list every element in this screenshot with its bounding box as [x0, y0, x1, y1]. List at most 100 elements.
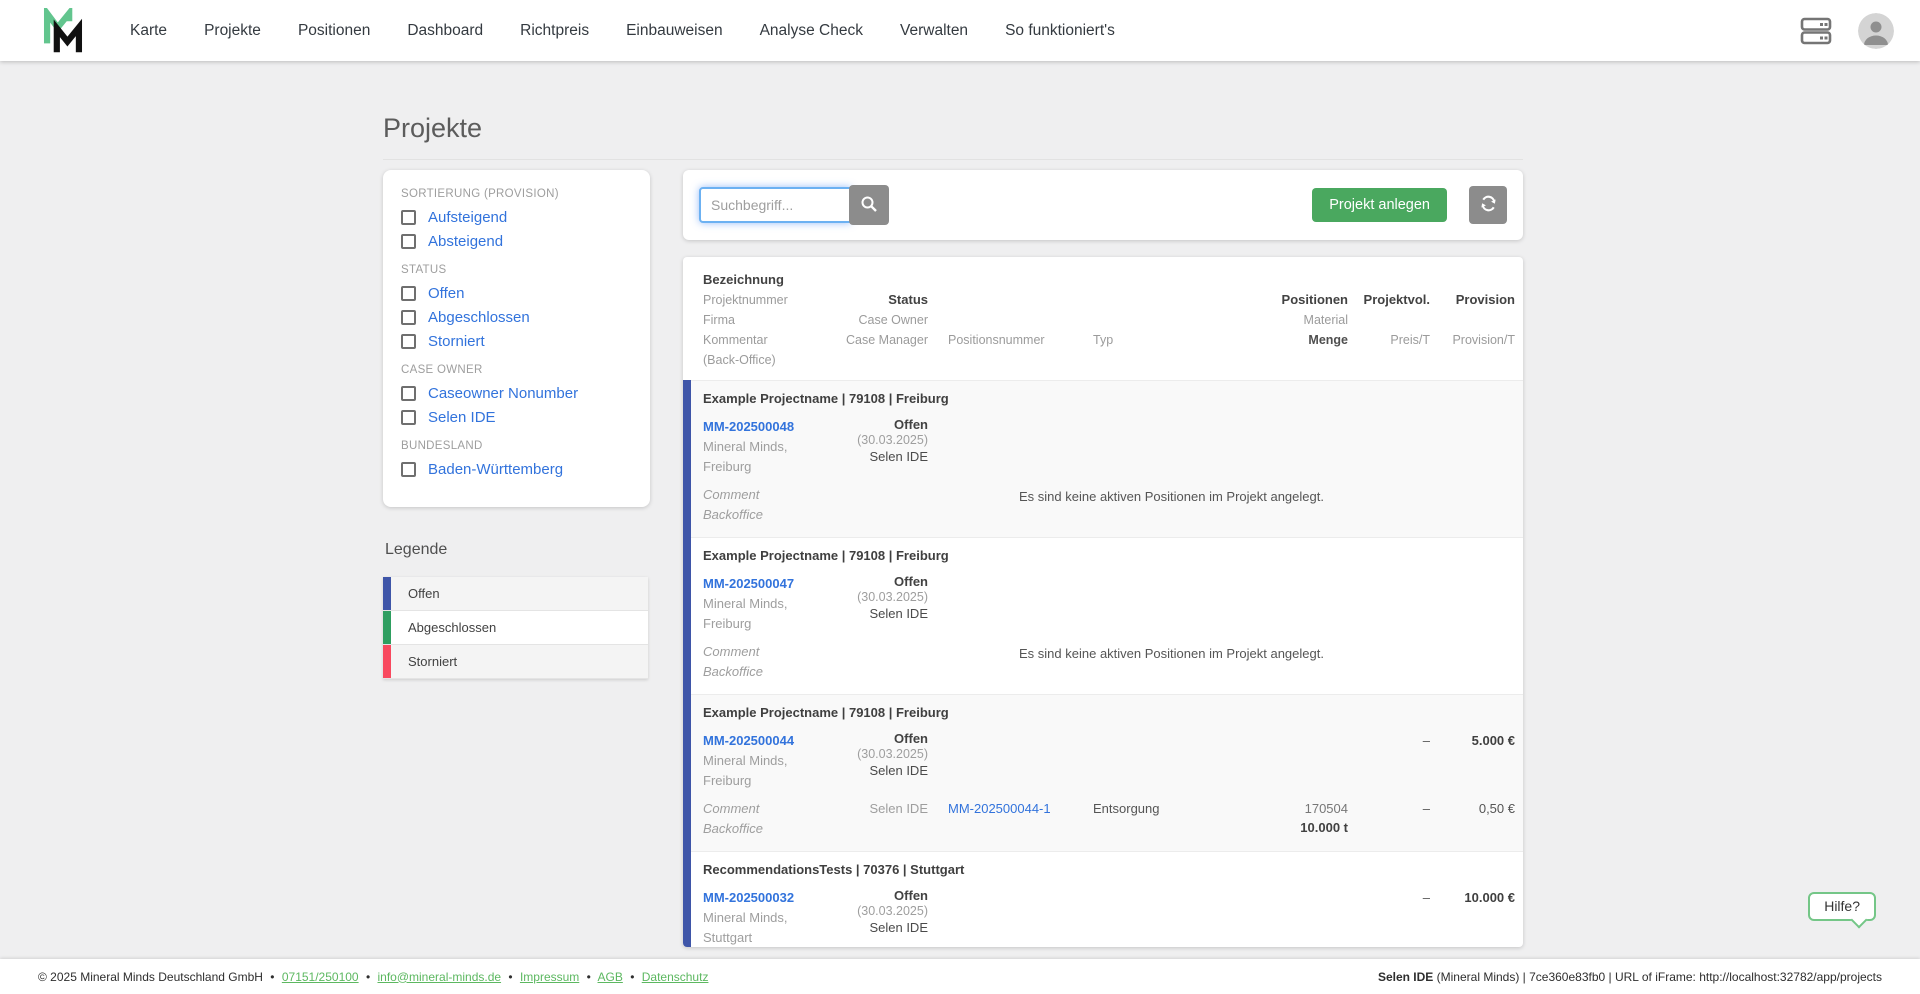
footer-link-agb[interactable]: AGB — [598, 970, 623, 984]
project-provision — [1430, 417, 1515, 467]
filter-option-absteigend[interactable]: Absteigend — [401, 233, 630, 250]
mineral-minds-logo-icon — [40, 7, 86, 54]
footer-session-info: Selen IDE (Mineral Minds) | 7ce360e83fb0… — [1378, 970, 1882, 984]
legend-color-abgeschlossen — [383, 611, 391, 644]
project-preis: – — [1422, 890, 1430, 905]
footer-session-user: Selen IDE — [1377, 969, 1434, 984]
filter-option-caseowner-nonumber[interactable]: Caseowner Nonumber — [401, 385, 630, 402]
project-backoffice: Backoffice — [703, 664, 763, 679]
project-row: Example Projectname | 79108 | Freiburg M… — [683, 380, 1523, 537]
position-menge: 10.000 t — [1300, 820, 1348, 835]
checkbox-icon[interactable] — [401, 462, 416, 477]
nav-item-dashboard[interactable]: Dashboard — [407, 22, 483, 40]
header-col-typ: Typ — [1073, 270, 1173, 370]
nav-item-einbauweisen[interactable]: Einbauweisen — [626, 22, 723, 40]
project-id-cell: MM-202500048 Mineral Minds, Freiburg Com… — [703, 417, 828, 525]
status-bar-offen — [683, 694, 691, 851]
position-provision: 0,50 € — [1478, 801, 1515, 816]
footer-separator: • — [630, 969, 635, 984]
header-label: Preis/T — [1390, 333, 1430, 347]
status-bar-offen — [683, 851, 691, 947]
project-preis: – — [1422, 733, 1430, 748]
position-material: 170504 — [1304, 801, 1348, 816]
project-main-row: Offen (30.03.2025) Selen IDE — [828, 417, 1515, 467]
footer-copyright: © 2025 Mineral Minds Deutschland GmbH — [38, 969, 263, 984]
no-positions-message: Es sind keine aktiven Positionen im Proj… — [1019, 489, 1324, 504]
checkbox-icon[interactable] — [401, 210, 416, 225]
project-city: Freiburg — [703, 459, 752, 474]
header-label: Case Owner — [858, 313, 928, 327]
project-row: RecommendationsTests | 70376 | Stuttgart… — [683, 851, 1523, 947]
filter-option-aufsteigend[interactable]: Aufsteigend — [401, 209, 630, 226]
nav-item-verwalten[interactable]: Verwalten — [900, 22, 968, 40]
legend-label: Abgeschlossen — [408, 620, 497, 635]
footer-link-phone[interactable]: 07151/250100 — [282, 970, 359, 984]
nav-item-analyse-check[interactable]: Analyse Check — [760, 22, 863, 40]
nav-item-projekte[interactable]: Projekte — [204, 22, 261, 40]
footer-separator: • — [586, 969, 591, 984]
checkbox-icon[interactable] — [401, 410, 416, 425]
status-label: Offen — [894, 888, 928, 903]
filter-option-offen[interactable]: Offen — [401, 285, 630, 302]
project-title: RecommendationsTests | 70376 | Stuttgart — [703, 862, 965, 877]
nav-item-richtpreis[interactable]: Richtpreis — [520, 22, 589, 40]
footer-separator: • — [270, 969, 275, 984]
checkbox-icon[interactable] — [401, 286, 416, 301]
position-preis: – — [1422, 801, 1430, 816]
project-number-link[interactable]: MM-202500047 — [703, 574, 794, 594]
nav-item-positionen[interactable]: Positionen — [298, 22, 370, 40]
filter-option-label: Selen IDE — [428, 409, 496, 426]
nav-item-so-funktionierts[interactable]: So funktioniert's — [1005, 22, 1115, 40]
card-reader-icon[interactable] — [1800, 17, 1832, 45]
search-button[interactable] — [849, 185, 889, 225]
filter-option-selen-ide[interactable]: Selen IDE — [401, 409, 630, 426]
nav-item-karte[interactable]: Karte — [130, 22, 167, 40]
header-col-projektvol: Projektvol. Preis/T — [1348, 270, 1430, 370]
project-status-cell: Offen (30.03.2025) Selen IDE — [828, 888, 928, 938]
help-button[interactable]: Hilfe? — [1808, 892, 1876, 921]
refresh-button[interactable] — [1469, 186, 1507, 224]
project-company: Mineral Minds, — [703, 753, 788, 768]
search-input[interactable] — [699, 187, 851, 223]
legend-item-storniert: Storniert — [383, 645, 648, 679]
header-label — [1173, 270, 1348, 290]
avatar[interactable] — [1858, 12, 1894, 49]
main-nav: Karte Projekte Positionen Dashboard Rich… — [130, 22, 1115, 40]
project-number-link[interactable]: MM-202500032 — [703, 888, 794, 908]
project-comment: Comment — [703, 487, 760, 502]
footer-left: © 2025 Mineral Minds Deutschland GmbH • … — [38, 970, 708, 984]
project-company: Mineral Minds, — [703, 910, 788, 925]
footer-session-rest: (Mineral Minds) | 7ce360e83fb0 | URL of … — [1433, 969, 1882, 984]
project-status-cell: Offen (30.03.2025) Selen IDE — [828, 574, 928, 624]
filter-option-abgeschlossen[interactable]: Abgeschlossen — [401, 309, 630, 326]
filter-option-storniert[interactable]: Storniert — [401, 333, 630, 350]
footer-link-impressum[interactable]: Impressum — [520, 970, 579, 984]
checkbox-icon[interactable] — [401, 386, 416, 401]
header-label: Positionen — [1281, 292, 1348, 307]
project-number-link[interactable]: MM-202500048 — [703, 417, 794, 437]
header-col-bezeichnung: Bezeichnung Projektnummer Firma Kommenta… — [703, 270, 828, 370]
header-label — [1430, 310, 1515, 330]
position-case-manager: Selen IDE — [869, 801, 928, 816]
project-number-link[interactable]: MM-202500044 — [703, 731, 794, 751]
header-label — [828, 270, 928, 290]
footer-link-datenschutz[interactable]: Datenschutz — [642, 970, 709, 984]
create-project-button[interactable]: Projekt anlegen — [1312, 188, 1447, 222]
header-col-positionen: Positionen Material Menge — [1173, 270, 1348, 370]
project-status-cell: Offen (30.03.2025) Selen IDE — [828, 731, 928, 781]
header-label: Typ — [1093, 333, 1114, 347]
project-id-cell: MM-202500047 Mineral Minds, Freiburg Com… — [703, 574, 828, 682]
position-number-link[interactable]: MM-202500044-1 — [948, 799, 1051, 818]
legend-label: Offen — [408, 586, 440, 601]
checkbox-icon[interactable] — [401, 334, 416, 349]
filter-section-label: CASE OWNER — [401, 364, 483, 376]
project-provision — [1430, 574, 1515, 624]
filter-option-baden-wuerttemberg[interactable]: Baden-Württemberg — [401, 461, 630, 478]
filter-section-bundesland: BUNDESLAND Baden-Württemberg — [401, 440, 630, 478]
project-row: Example Projectname | 79108 | Freiburg M… — [683, 694, 1523, 851]
checkbox-icon[interactable] — [401, 234, 416, 249]
status-label: Offen — [894, 417, 928, 432]
checkbox-icon[interactable] — [401, 310, 416, 325]
footer-link-email[interactable]: info@mineral-minds.de — [377, 970, 501, 984]
no-positions-message: Es sind keine aktiven Positionen im Proj… — [1019, 646, 1324, 661]
